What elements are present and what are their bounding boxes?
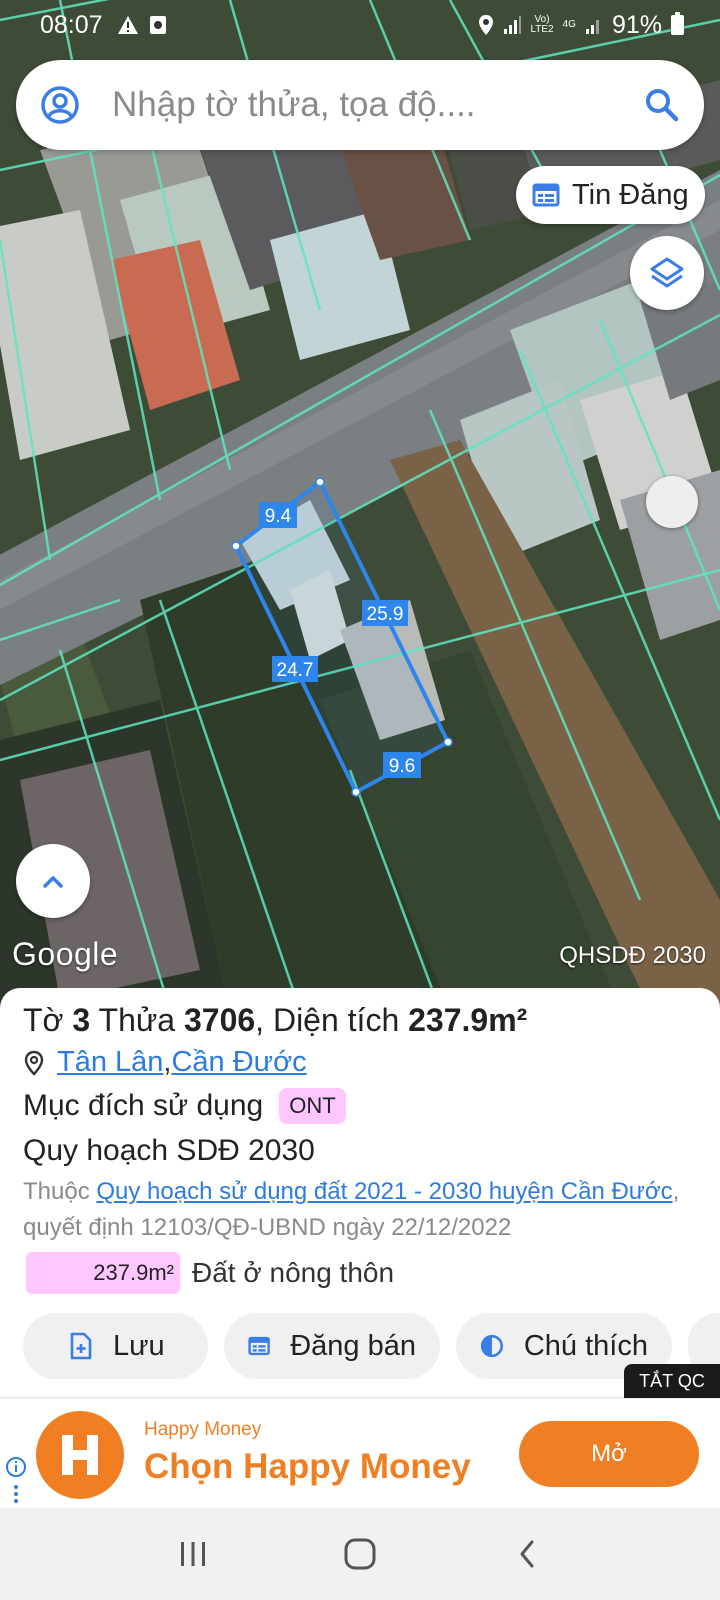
- expand-up-button[interactable]: [16, 844, 90, 918]
- home-icon: [344, 1538, 376, 1570]
- close-ad-button[interactable]: TẮT QC: [624, 1364, 720, 1398]
- dim-label-bottom: 9.6: [389, 756, 415, 777]
- save-button[interactable]: Lưu: [23, 1313, 208, 1379]
- dim-label-top: 9.4: [265, 506, 292, 527]
- chevron-up-icon: [43, 876, 63, 888]
- plan-document-link[interactable]: Quy hoạch sử dụng đất 2021 - 2030 huyện …: [96, 1178, 672, 1205]
- recent-apps-icon: [181, 1542, 206, 1566]
- ad-headline[interactable]: Chọn Happy Money: [144, 1447, 471, 1487]
- opacity-slider-handle[interactable]: [646, 476, 698, 528]
- parcel-area: 237.9m²: [408, 1002, 528, 1038]
- post-label: Đăng bán: [290, 1329, 416, 1362]
- recent-apps-button[interactable]: [163, 1529, 223, 1579]
- news-listing-label: Tin Đăng: [572, 178, 689, 211]
- ad-open-button[interactable]: Mở: [519, 1421, 699, 1487]
- listing-icon: [532, 183, 560, 207]
- area-value-badge: 237.9m²: [26, 1252, 180, 1294]
- google-logo: Google: [12, 936, 119, 972]
- save-label: Lưu: [113, 1329, 165, 1362]
- area-breakdown-row: 237.9m² Đất ở nông thôn: [26, 1252, 394, 1294]
- system-nav-bar: [0, 1508, 720, 1600]
- parcel-title: Tờ 3 Thửa 3706, Diện tích 237.9m²: [23, 1002, 528, 1038]
- action-buttons: Lưu Đăng bán Chú thích: [23, 1313, 720, 1379]
- layers-button[interactable]: [630, 236, 704, 310]
- satellite-map[interactable]: 9.4 25.9 24.7 9.6: [0, 0, 720, 1010]
- plan-description: Thuộc Quy hoạch sử dụng đất 2021 - 2030 …: [23, 1178, 680, 1241]
- network-type: 4G: [562, 19, 576, 30]
- happy-money-logo-icon: [62, 1435, 98, 1475]
- plot-number: 3706: [183, 1002, 256, 1038]
- account-icon[interactable]: [40, 85, 80, 125]
- ad-logo[interactable]: [36, 1411, 124, 1499]
- dim-label-right: 25.9: [367, 604, 404, 625]
- plan-heading: Quy hoạch SDĐ 2030: [23, 1134, 315, 1167]
- location-icon: [479, 15, 494, 35]
- legend-label: Chú thích: [523, 1329, 648, 1362]
- network-label: Vo) LTE2: [530, 14, 554, 35]
- warning-icon: [117, 16, 138, 34]
- search-icon[interactable]: [644, 87, 680, 123]
- sheet-number: 3: [72, 1002, 91, 1038]
- post-for-sale-button[interactable]: Đăng bán: [224, 1313, 440, 1379]
- map-view[interactable]: 9.4 25.9 24.7 9.6 08:07 Vo) LTE2 4G 91% …: [0, 0, 720, 1010]
- ad-brand: Happy Money: [144, 1419, 262, 1440]
- sim-notification-icon: [149, 16, 166, 34]
- parcel-location: Tân Lân, Cần Đước: [23, 1046, 307, 1079]
- back-icon: [520, 1540, 534, 1568]
- signal-icon-2: [585, 20, 599, 34]
- dim-label-left: 24.7: [277, 660, 314, 681]
- news-listing-button[interactable]: Tin Đăng: [516, 166, 705, 224]
- app-screen: 9.4 25.9 24.7 9.6 08:07 Vo) LTE2 4G 91% …: [0, 0, 720, 1600]
- area-type-label: Đất ở nông thôn: [192, 1257, 395, 1288]
- layers-icon: [650, 257, 684, 288]
- land-use-purpose: Mục đích sử dụng ONT: [23, 1088, 346, 1124]
- status-time: 08:07: [40, 10, 103, 39]
- purpose-code-badge: ONT: [279, 1088, 346, 1124]
- signal-icon: [504, 16, 522, 34]
- ad-info-icon[interactable]: [4, 1455, 28, 1507]
- contrast-icon: [480, 1334, 504, 1358]
- status-bar: 08:07 Vo) LTE2 4G 91%: [0, 0, 720, 50]
- battery-icon: [671, 12, 684, 35]
- district-link[interactable]: Cần Đước: [171, 1046, 306, 1079]
- commune-link[interactable]: Tân Lân: [57, 1046, 163, 1079]
- home-button[interactable]: [330, 1529, 390, 1579]
- plan-layer-label: QHSDĐ 2030: [559, 942, 706, 969]
- add-file-icon: [70, 1332, 92, 1360]
- search-bar[interactable]: [16, 60, 704, 150]
- back-button[interactable]: [497, 1529, 557, 1579]
- listing-icon: [248, 1336, 270, 1356]
- parcel-info-panel: Tờ 3 Thửa 3706, Diện tích 237.9m² Tân Lâ…: [0, 988, 720, 1396]
- ad-banner[interactable]: Happy Money Chọn Happy Money Mở: [0, 1398, 720, 1508]
- purpose-label: Mục đích sử dụng: [23, 1089, 264, 1122]
- map-pin-icon: [24, 1050, 44, 1076]
- search-input[interactable]: [112, 85, 644, 125]
- battery-percent: 91%: [611, 10, 662, 39]
